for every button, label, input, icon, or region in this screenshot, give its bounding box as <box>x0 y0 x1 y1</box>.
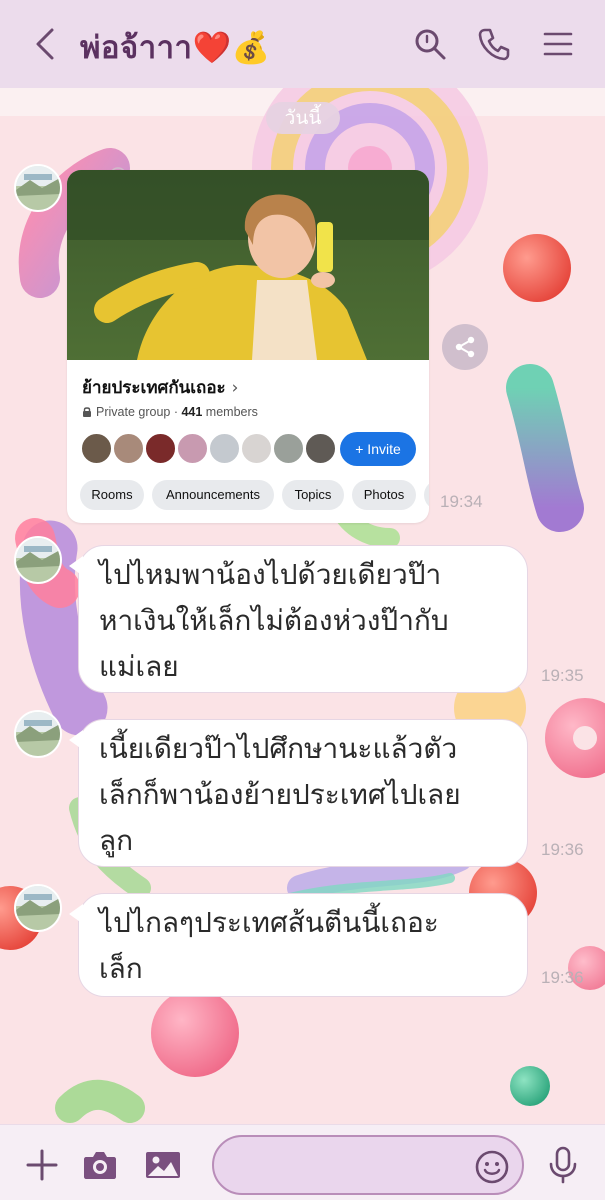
phone-icon <box>478 28 510 61</box>
microphone-icon <box>549 1146 577 1184</box>
message-input-box[interactable] <box>212 1135 524 1195</box>
composer-bar <box>0 1124 605 1200</box>
message-time: 19:34 <box>440 492 483 511</box>
date-separator: วันนี้ <box>266 102 340 134</box>
avatar[interactable] <box>14 710 62 758</box>
back-button[interactable] <box>30 26 60 62</box>
message-bubble[interactable]: ไปไหมพาน้องไปด้วยเดียวป๊า หาเงินให้เล็กไ… <box>69 545 528 693</box>
share-icon <box>455 336 475 358</box>
member-avatar <box>304 432 337 465</box>
chat-header: พ่อจ้าาา❤️💰 <box>0 0 605 88</box>
lock-icon <box>82 406 92 417</box>
landscape-avatar-image <box>16 712 60 756</box>
avatar[interactable] <box>14 536 62 584</box>
message-time: 19:35 <box>541 666 584 685</box>
member-avatar <box>272 432 305 465</box>
landscape-avatar-image <box>16 886 60 930</box>
emoji-button[interactable] <box>472 1147 512 1187</box>
emoji-icon <box>475 1150 509 1184</box>
add-button[interactable] <box>22 1145 62 1185</box>
back-chevron-icon <box>36 28 54 60</box>
landscape-avatar-image <box>16 166 60 210</box>
message-time: 19:36 <box>541 840 584 859</box>
avatar[interactable] <box>14 884 62 932</box>
gallery-icon <box>146 1152 180 1178</box>
message-input[interactable] <box>234 1147 474 1183</box>
share-button[interactable] <box>442 324 488 370</box>
shared-group-card[interactable]: ย้ายประเทศกันเถอะ › Private group · 441 … <box>67 170 429 523</box>
group-name[interactable]: ย้ายประเทศกันเถอะ › <box>82 374 238 401</box>
camera-icon <box>84 1152 116 1179</box>
search-icon <box>415 29 446 60</box>
voice-button[interactable] <box>543 1145 583 1185</box>
camera-button[interactable] <box>80 1145 120 1185</box>
member-avatar <box>80 432 113 465</box>
group-meta: Private group · 441 members <box>82 405 258 419</box>
chip-announcements[interactable]: Announcements <box>152 480 274 510</box>
search-button[interactable] <box>410 24 450 64</box>
invite-button[interactable]: + Invite <box>340 432 416 466</box>
message-bubble[interactable]: เนี้ยเดียวป๊าไปศึกษานะแล้วตัว เล็กก็พาน้… <box>69 719 528 867</box>
member-avatar <box>176 432 209 465</box>
chip-more[interactable] <box>424 480 429 510</box>
avatar[interactable] <box>14 164 62 212</box>
menu-button[interactable] <box>538 24 578 64</box>
girl-with-bubbles-photo <box>67 170 429 360</box>
member-avatar <box>240 432 273 465</box>
landscape-avatar-image <box>16 538 60 582</box>
call-button[interactable] <box>474 24 514 64</box>
member-avatar <box>208 432 241 465</box>
plus-icon <box>26 1149 58 1181</box>
chip-photos[interactable]: Photos <box>352 480 416 510</box>
chip-rooms[interactable]: Rooms <box>80 480 144 510</box>
message-bubble[interactable]: ไปไกลๆประเทศส้นตีนนี้เถอะ เล็ก <box>69 893 528 997</box>
chip-topics[interactable]: Topics <box>282 480 344 510</box>
chat-area[interactable]: วันนี้ ย้ายประเทศกันเถอะ › Private group… <box>0 88 605 1124</box>
chat-title: พ่อจ้าาา❤️💰 <box>80 30 271 66</box>
gallery-button[interactable] <box>143 1145 183 1185</box>
member-avatar <box>144 432 177 465</box>
menu-icon <box>543 32 573 56</box>
message-time: 19:36 <box>541 968 584 987</box>
member-avatar <box>112 432 145 465</box>
group-tabs: Rooms Announcements Topics Photos <box>80 480 429 510</box>
